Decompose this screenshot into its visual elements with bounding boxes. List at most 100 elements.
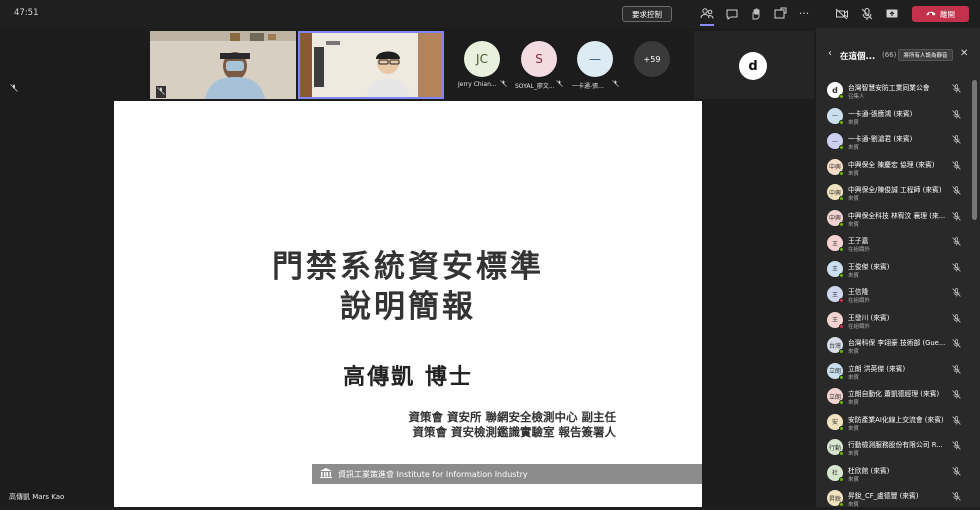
avatar-initials: 中興: [828, 189, 841, 197]
mic-muted-icon: [952, 466, 961, 478]
leave-label: 離開: [940, 9, 955, 19]
close-icon[interactable]: ✕: [960, 48, 968, 59]
avatar: 中興: [827, 209, 844, 227]
raise-hand-icon[interactable]: [749, 7, 763, 21]
participants-panel: ‹ 在這個... (66) 將所有人設為靜音 ✕ d 台灣智慧安防工業同業公會 召集…: [816, 28, 980, 508]
avatar-initials: 王: [831, 291, 838, 299]
avatar: 王: [827, 235, 844, 252]
request-control-button[interactable]: 要求控制: [622, 6, 672, 22]
participant-row[interactable]: 王 王俊傑 (來賓) 來賓: [816, 259, 972, 281]
participant-name: 王俊傑 (來賓): [848, 262, 890, 271]
presence-status-icon: [839, 425, 844, 431]
mute-all-button[interactable]: 將所有人設為靜音: [898, 49, 953, 61]
mic-muted-icon: [952, 237, 961, 248]
avatar-initials: 中興: [828, 215, 841, 222]
avatar: 立朗: [827, 362, 844, 380]
institute-building-icon: [320, 468, 332, 480]
participant-row[interactable]: 杜 杜欣館 (來賓) 來賓: [816, 463, 972, 485]
avatar: 王: [827, 260, 844, 278]
presence-status-icon: [839, 451, 844, 456]
participant-role: 來賓: [848, 272, 860, 279]
presence-status-icon: [839, 196, 844, 201]
slide-title-line1: 門禁系統資安標準: [272, 249, 544, 285]
participant-name: 安防產業AI化線上交流會 (來賓): [848, 415, 944, 424]
participant-row[interactable]: 行動 行動檢測服務股份有限公司 R... 來賓: [816, 437, 972, 459]
mic-muted-icon: [556, 80, 563, 89]
participant-role: 來賓: [848, 119, 860, 126]
participant-row[interactable]: — 一卡通-劉滄君 (來賓) 來賓: [816, 131, 972, 153]
avatar: —: [577, 41, 613, 77]
participant-row[interactable]: — 一卡通-張應鴻 (來賓) 來賓: [816, 106, 972, 128]
slide-footer: 資訊工業策進會 Institute for Information Indust…: [312, 464, 702, 484]
avatar-name: SOYAL_廖文...: [515, 83, 555, 90]
slide-subtitle-line2: 資策會 資安檢測鑑識實驗室 報告簽署人: [412, 425, 616, 439]
avatar-initials: 行動: [828, 444, 841, 452]
active-speaker-video-tile[interactable]: [298, 31, 444, 99]
more-options-icon[interactable]: [773, 7, 787, 21]
participant-list-scrollbar[interactable]: [972, 80, 977, 220]
participant-row[interactable]: 安 安防產業AI化線上交流會 (來賓) 來賓: [816, 412, 972, 434]
camera-off-icon[interactable]: [835, 7, 849, 21]
avatar-initials: 中興: [828, 164, 841, 171]
slide-title-line2: 說明簡報: [340, 289, 476, 325]
avatar: 中興: [827, 184, 844, 201]
mic-muted-icon: [952, 441, 961, 452]
participant-row[interactable]: 王 王信隆 在組織外: [816, 284, 972, 306]
mic-muted-icon: [952, 415, 961, 427]
avatar-initials: S: [535, 52, 543, 66]
avatar-initials: JC: [476, 52, 488, 66]
phone-hangup-icon: [926, 9, 936, 19]
share-screen-icon[interactable]: [885, 7, 899, 21]
participant-role: 來賓: [848, 170, 860, 177]
avatar-initials: 王: [831, 240, 838, 248]
avatar-initials: 台灣: [828, 342, 841, 350]
presence-status-icon: [839, 400, 844, 405]
more-participants-button[interactable]: +59: [634, 41, 670, 77]
presence-status-icon: [839, 170, 844, 176]
overflow-menu-icon[interactable]: ···: [797, 7, 811, 21]
participant-name: 王信隆: [848, 288, 869, 296]
slide-footer-text: 資訊工業策進會 Institute for Information Indust…: [338, 469, 528, 479]
leave-button[interactable]: 離開: [912, 6, 969, 22]
participant-row[interactable]: d 台灣智慧安防工業同業公會 召集人: [816, 80, 972, 102]
people-icon[interactable]: [700, 7, 714, 26]
participant-row[interactable]: 王 王發川 (來賓) 在組織外: [816, 310, 972, 332]
avatar-initials: 杜: [831, 470, 838, 477]
avatar: 王: [827, 286, 844, 303]
presence-status-icon: [839, 374, 844, 380]
mic-off-icon[interactable]: [860, 7, 874, 21]
presence-status-icon: [839, 221, 844, 227]
presence-status-icon: [839, 119, 844, 125]
participant-name: 一卡通-劉滄君 (來賓): [848, 135, 913, 143]
participant-row[interactable]: 中興 中興保全/陳俊誠 工程師 (來賓) 來賓: [816, 182, 972, 204]
mic-muted-icon: [952, 84, 961, 95]
presenter-name: 高傳凱 Mars Kao: [9, 493, 65, 501]
participant-row[interactable]: 中興 中興保全 陳慶宏 協理 (來賓) 來賓: [816, 157, 972, 179]
participant-row[interactable]: 中興 中興保全科技 林宥汶 襄理 (來... 來賓: [816, 208, 972, 230]
avatar-initials: —: [589, 52, 601, 66]
chat-icon[interactable]: [725, 7, 739, 21]
mic-muted-icon: [952, 109, 961, 121]
presence-status-icon: [839, 323, 844, 329]
participant-row[interactable]: 立朗 立朗自動化 蕭凱德經理 (來賓) 來賓: [816, 386, 972, 408]
participant-row[interactable]: 立朗 立朗 洪英傑 (來賓) 來賓: [816, 361, 972, 383]
mic-muted-icon: [952, 492, 961, 503]
avatar: 台灣: [827, 337, 844, 354]
participant-row[interactable]: 台灣 台灣科保 李翊豪 技術部 (Gue... 來賓: [816, 335, 972, 357]
mic-muted-icon: [952, 186, 961, 197]
organizer-avatar-tile[interactable]: d: [694, 31, 814, 99]
avatar: —: [827, 107, 844, 125]
mic-muted-icon: [10, 84, 18, 94]
mic-muted-icon: [156, 86, 166, 98]
mic-muted-icon: [952, 262, 961, 274]
participant-role: 來賓: [848, 221, 860, 228]
participant-video-tile[interactable]: [150, 31, 296, 99]
participant-row[interactable]: 王 王子嘉 在組織外: [816, 233, 972, 255]
participant-name: 台灣智慧安防工業同業公會: [848, 84, 930, 92]
participant-role: 來賓: [848, 451, 860, 457]
mic-muted-icon: [952, 211, 961, 223]
avatar-initials: 安: [831, 419, 838, 426]
back-arrow-icon[interactable]: ‹: [828, 48, 832, 59]
avatar-initials: —: [832, 112, 838, 119]
meeting-toolbar: 47:51 要求控制 ··· 離開: [0, 0, 980, 28]
